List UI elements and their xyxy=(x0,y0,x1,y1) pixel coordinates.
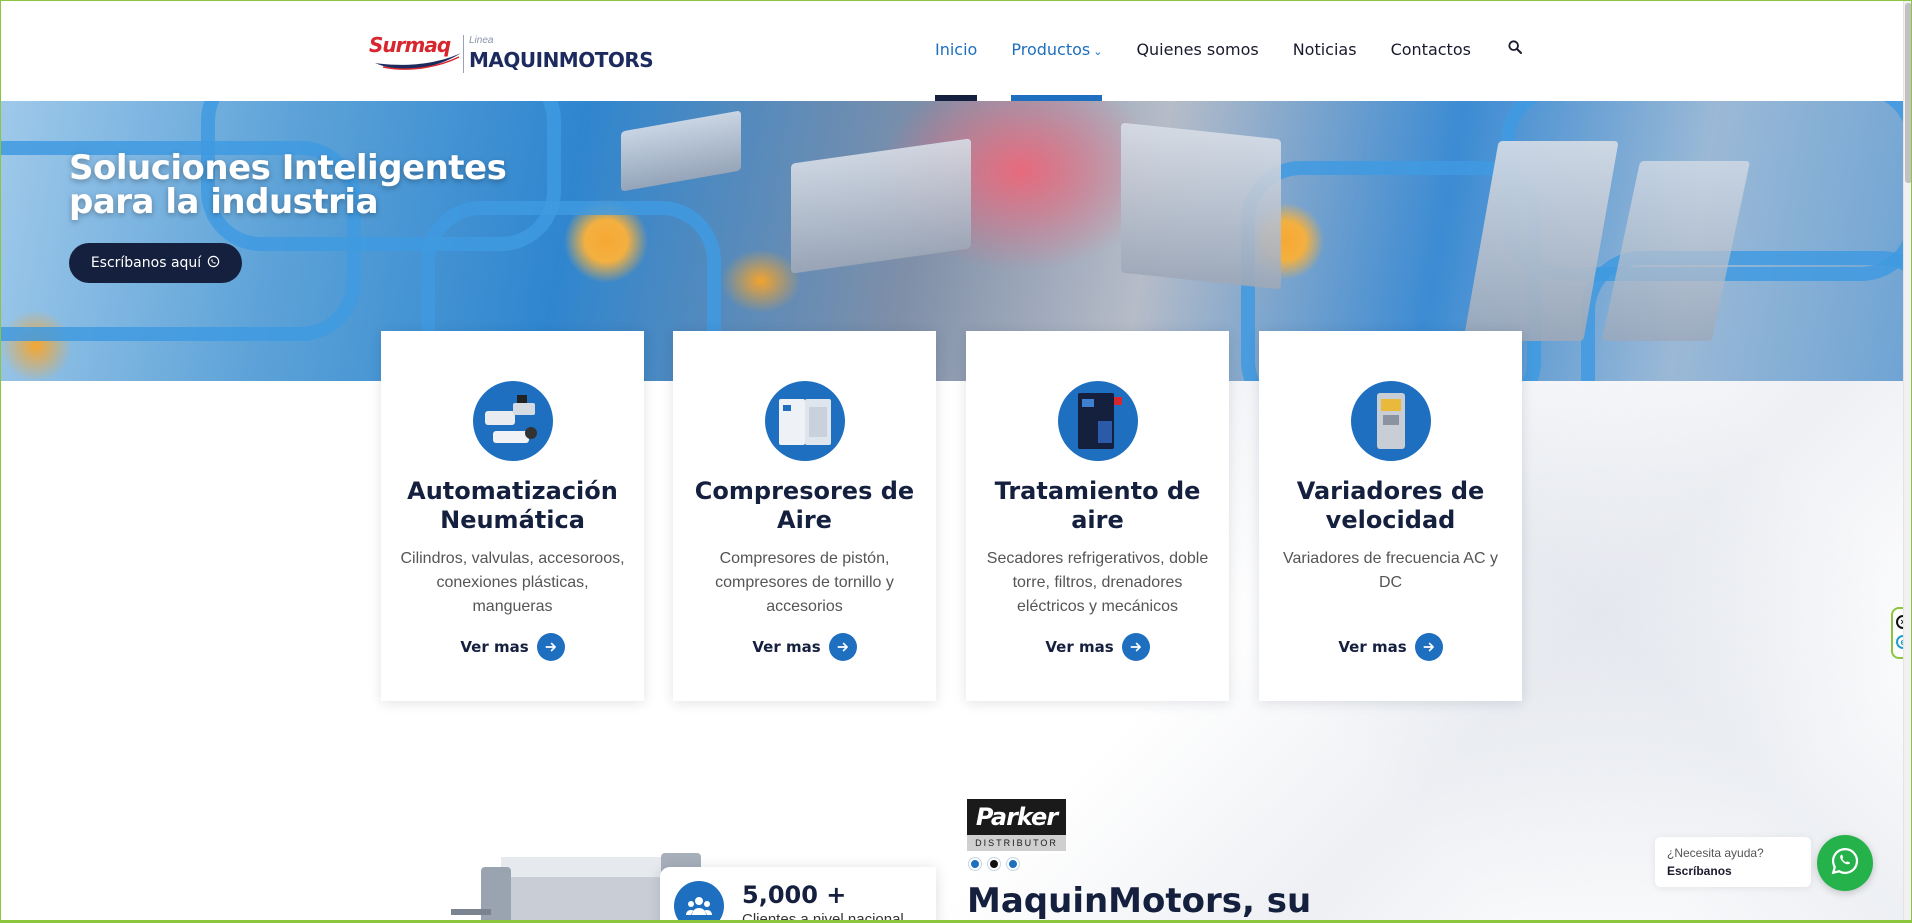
logo-separator xyxy=(463,35,464,73)
nav-item-quienes-somos[interactable]: Quienes somos xyxy=(1136,40,1258,59)
arrow-right-icon xyxy=(536,633,565,661)
product-card-automatizacion: Automatización Neumática Cilindros, valv… xyxy=(381,331,644,701)
whatsapp-chat-button[interactable] xyxy=(1817,835,1873,891)
air-dryer-image xyxy=(1058,381,1138,461)
clients-stat-card: 5,000 + Clientes a nivel nacional xyxy=(660,867,936,923)
card-description: Variadores de frecuencia AC y DC xyxy=(1283,550,1498,591)
stat-number: 5,000 + xyxy=(742,881,847,909)
product-card-variadores: Variadores de velocidad Variadores de fr… xyxy=(1259,331,1522,701)
parker-distributor-logo: Parker DISTRIBUTOR xyxy=(967,799,1066,853)
site-logo[interactable]: Surmaq Linea MAQUINMOTORS xyxy=(369,31,654,77)
product-card-compresores: Compresores de Aire Compresores de pistó… xyxy=(673,331,936,701)
ver-mas-link[interactable]: Ver mas xyxy=(966,633,1229,661)
scrollbar-thumb[interactable] xyxy=(1905,3,1911,183)
parker-name: Parker xyxy=(967,799,1066,835)
nav-label: Contactos xyxy=(1390,40,1471,59)
frequency-drive-image xyxy=(1351,381,1431,461)
carousel-dots xyxy=(969,858,1019,870)
card-title: Variadores de velocidad xyxy=(1296,477,1485,534)
hero-title: Soluciones Inteligentes para la industri… xyxy=(69,148,507,222)
logo-linea-text: Linea xyxy=(469,35,494,46)
ver-mas-label: Ver mas xyxy=(1338,638,1407,656)
whatsapp-icon xyxy=(1830,846,1860,881)
chevron-down-icon: ⌄ xyxy=(1093,45,1103,58)
ver-mas-link[interactable]: Ver mas xyxy=(1259,633,1522,661)
ver-mas-label: Ver mas xyxy=(460,638,529,656)
page-scrollbar[interactable] xyxy=(1903,1,1911,920)
product-card-tratamiento: Tratamiento de aire Secadores refrigerat… xyxy=(966,331,1229,701)
section-background xyxy=(1,381,1903,920)
whatsapp-icon xyxy=(207,255,220,272)
arrow-right-icon xyxy=(828,633,857,661)
ver-mas-label: Ver mas xyxy=(752,638,821,656)
nav-label: Productos xyxy=(1011,40,1091,59)
help-action: Escríbanos xyxy=(1667,864,1732,878)
card-title: Automatización Neumática xyxy=(407,477,618,534)
card-description: Compresores de pistón, compresores de to… xyxy=(715,550,894,615)
ver-mas-link[interactable]: Ver mas xyxy=(673,633,936,661)
search-icon[interactable] xyxy=(1507,39,1523,60)
ver-mas-link[interactable]: Ver mas xyxy=(381,633,644,661)
main-nav: Inicio Productos ⌄ Quienes somos Noticias… xyxy=(935,39,1523,101)
nav-label: Noticias xyxy=(1292,40,1357,59)
parker-sub: DISTRIBUTOR xyxy=(967,835,1066,851)
logo-swoosh-icon xyxy=(375,53,461,70)
card-title: Tratamiento de aire xyxy=(994,477,1201,534)
site-header: Surmaq Linea MAQUINMOTORS Inicio Product… xyxy=(1,1,1903,101)
arrow-right-icon xyxy=(1121,633,1150,661)
ver-mas-label: Ver mas xyxy=(1045,638,1114,656)
nav-label: Quienes somos xyxy=(1136,40,1259,59)
page: Soluciones Inteligentes para la industri… xyxy=(0,0,1912,923)
card-title: Compresores de Aire xyxy=(694,477,915,534)
nav-item-productos[interactable]: Productos ⌄ xyxy=(1011,40,1103,101)
nav-item-contactos[interactable]: Contactos xyxy=(1391,40,1471,59)
carousel-dot-2[interactable] xyxy=(988,858,1000,870)
air-compressor-image xyxy=(765,381,845,461)
card-description: Secadores refrigerativos, doble torre, f… xyxy=(986,550,1209,615)
help-question: ¿Necesita ayuda? xyxy=(1667,846,1764,860)
users-group-icon xyxy=(674,881,724,920)
nav-item-noticias[interactable]: Noticias xyxy=(1293,40,1357,59)
card-description: Cilindros, valvulas, accesoroos, conexio… xyxy=(400,550,625,615)
contact-cta-button[interactable]: Escríbanos aquí xyxy=(69,243,242,283)
section-title: MaquinMotors, su xyxy=(967,881,1312,921)
carousel-dot-3[interactable] xyxy=(1007,858,1019,870)
cta-label: Escríbanos aquí xyxy=(90,255,202,271)
nav-item-inicio[interactable]: Inicio xyxy=(935,40,978,101)
arrow-right-icon xyxy=(1414,633,1443,661)
nav-label: Inicio xyxy=(935,40,978,59)
pneumatic-products-image xyxy=(473,381,553,461)
logo-brand-text: MAQUINMOTORS xyxy=(469,48,654,72)
whatsapp-help-bubble[interactable]: ¿Necesita ayuda? Escríbanos xyxy=(1655,837,1811,887)
hero-banner: Soluciones Inteligentes para la industri… xyxy=(1,101,1903,381)
carousel-dot-1[interactable] xyxy=(969,858,981,870)
stat-label: Clientes a nivel nacional xyxy=(742,911,904,923)
